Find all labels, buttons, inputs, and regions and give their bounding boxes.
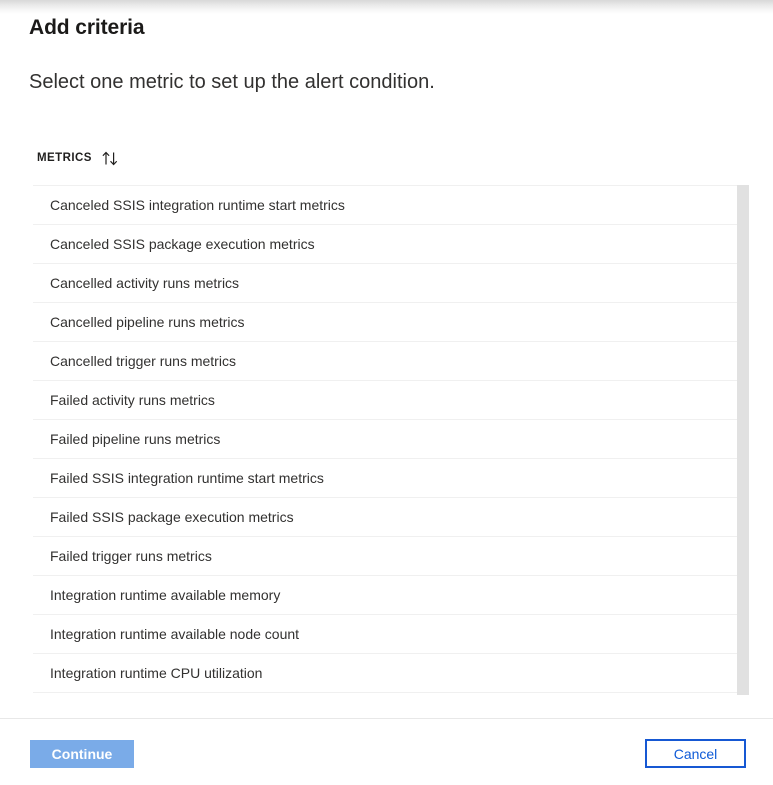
metric-list-item[interactable]: Canceled SSIS package execution metrics xyxy=(33,225,737,264)
metrics-list: Canceled SSIS integration runtime start … xyxy=(33,186,737,693)
sort-ascending-descending-icon[interactable] xyxy=(102,151,119,166)
metric-list-item[interactable]: Integration runtime available node count xyxy=(33,615,737,654)
metrics-scrollbar-thumb[interactable] xyxy=(737,185,749,695)
metric-list-item[interactable]: Failed SSIS package execution metrics xyxy=(33,498,737,537)
metric-list-item[interactable]: Failed pipeline runs metrics xyxy=(33,420,737,459)
metrics-column-header-label: METRICS xyxy=(37,152,92,164)
metric-list-item[interactable]: Cancelled trigger runs metrics xyxy=(33,342,737,381)
metric-list-item[interactable]: Canceled SSIS integration runtime start … xyxy=(33,186,737,225)
metric-list-item[interactable]: Failed trigger runs metrics xyxy=(33,537,737,576)
metric-list-item[interactable]: Integration runtime available memory xyxy=(33,576,737,615)
metric-list-item[interactable]: Integration runtime CPU utilization xyxy=(33,654,737,693)
metric-list-item[interactable]: Failed SSIS integration runtime start me… xyxy=(33,459,737,498)
cancel-button[interactable]: Cancel xyxy=(645,739,746,768)
metric-list-item[interactable]: Cancelled pipeline runs metrics xyxy=(33,303,737,342)
metrics-scroll-container[interactable]: Canceled SSIS integration runtime start … xyxy=(33,185,749,695)
metric-list-item[interactable]: Cancelled activity runs metrics xyxy=(33,264,737,303)
page-subtitle: Select one metric to set up the alert co… xyxy=(29,71,435,93)
continue-button[interactable]: Continue xyxy=(30,740,134,768)
metric-list-item[interactable]: Failed activity runs metrics xyxy=(33,381,737,420)
add-criteria-blade: Add criteria Select one metric to set up… xyxy=(0,0,773,785)
page-title: Add criteria xyxy=(29,16,145,39)
metrics-column-header[interactable]: METRICS xyxy=(37,148,119,168)
footer-divider xyxy=(0,718,773,719)
